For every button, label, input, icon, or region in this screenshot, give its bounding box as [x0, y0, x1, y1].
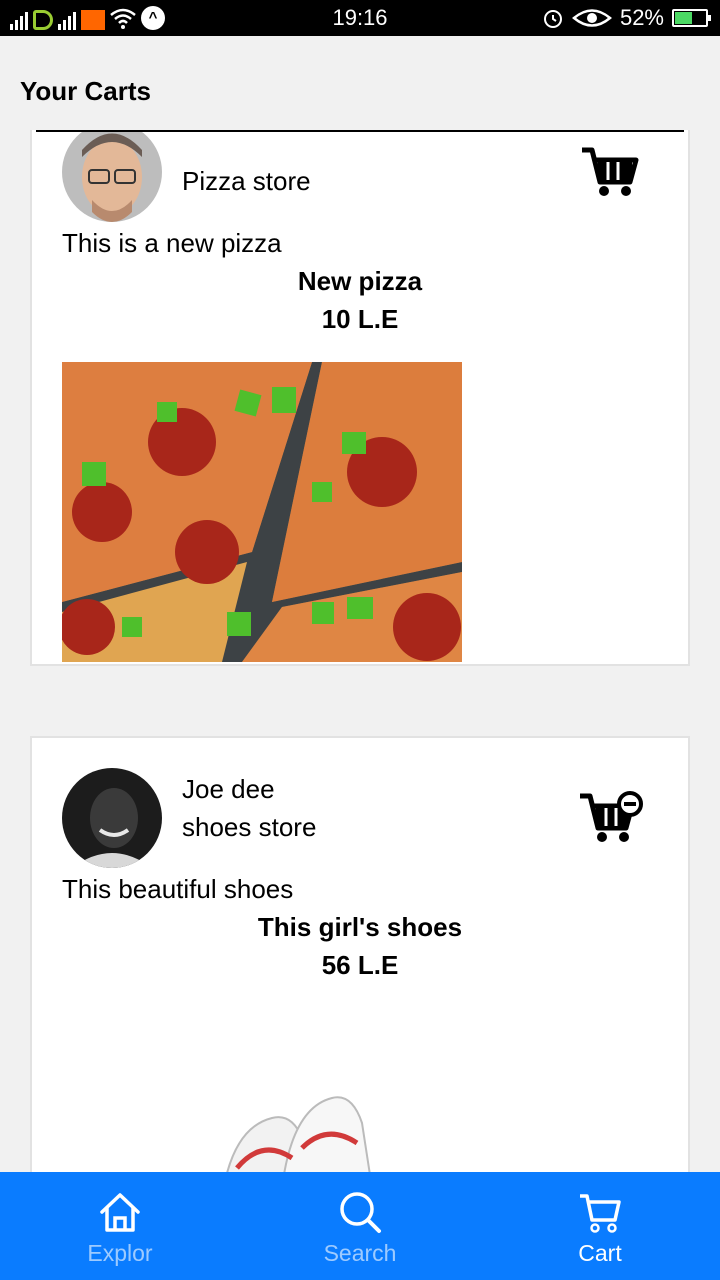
nav-label: Explor	[87, 1240, 153, 1266]
product-name: New pizza	[297, 266, 423, 296]
product-image	[212, 1088, 392, 1172]
store-name: Pizza store	[182, 166, 311, 196]
avatar	[62, 768, 162, 868]
product-description: This beautiful shoes	[62, 874, 294, 904]
search-icon	[340, 1192, 381, 1233]
product-price: 56 L.E	[321, 950, 399, 980]
status-bar: ^ 19:16 52%	[0, 0, 720, 36]
seller-name: Joe dee	[182, 774, 275, 804]
cart-card[interactable]: Joe dee shoes store This beautiful shoes…	[30, 736, 690, 1172]
cart-card[interactable]: Pizza store This is a new pizza New pizz…	[30, 130, 690, 666]
page-title: Your Carts	[20, 76, 151, 106]
product-description: This is a new pizza	[62, 228, 282, 258]
cart-remove-icon[interactable]	[578, 790, 644, 844]
eye-icon	[571, 9, 612, 27]
alarm-icon	[543, 10, 562, 28]
nav-cart[interactable]: Cart	[480, 1172, 720, 1280]
divider	[36, 130, 684, 132]
nav-label: Cart	[578, 1240, 622, 1266]
avatar	[62, 130, 162, 222]
product-name: This girl's shoes	[257, 912, 463, 942]
cart-icon	[580, 1194, 621, 1233]
product-price: 10 L.E	[321, 304, 399, 334]
battery-icon	[672, 9, 711, 27]
home-icon	[100, 1193, 140, 1232]
nav-explor[interactable]: Explor	[0, 1172, 240, 1280]
cart-list[interactable]: Pizza store This is a new pizza New pizz…	[0, 130, 720, 1172]
bottom-navigation: Explor Search Cart	[0, 1172, 720, 1280]
product-image	[62, 362, 462, 662]
battery-percent: 52%	[619, 5, 664, 30]
cart-icon[interactable]	[578, 144, 644, 198]
nav-search[interactable]: Search	[240, 1172, 480, 1280]
store-name: shoes store	[182, 812, 317, 842]
nav-label: Search	[323, 1240, 397, 1266]
